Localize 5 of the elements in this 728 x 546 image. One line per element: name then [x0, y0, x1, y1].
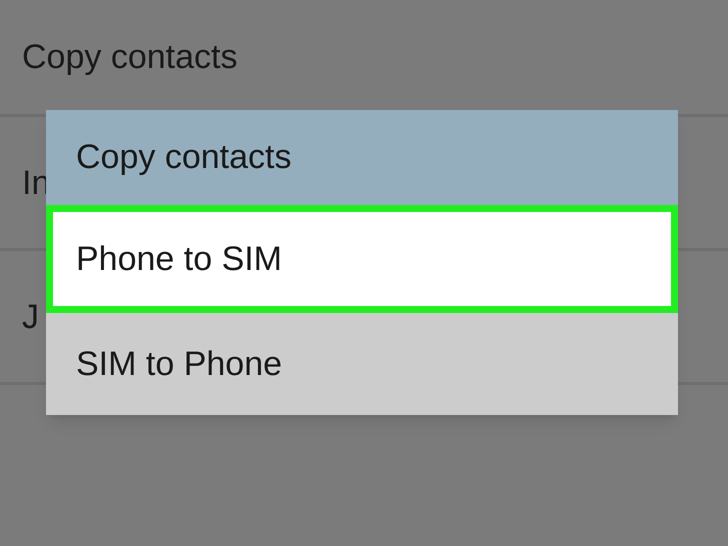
list-item-label: J — [22, 296, 39, 336]
list-item-label: Copy contacts — [22, 37, 238, 77]
dialog-option[interactable]: Phone to SIM — [46, 205, 678, 313]
dialog-title: Copy contacts — [76, 137, 292, 178]
dialog-option[interactable]: SIM to Phone — [46, 313, 678, 415]
